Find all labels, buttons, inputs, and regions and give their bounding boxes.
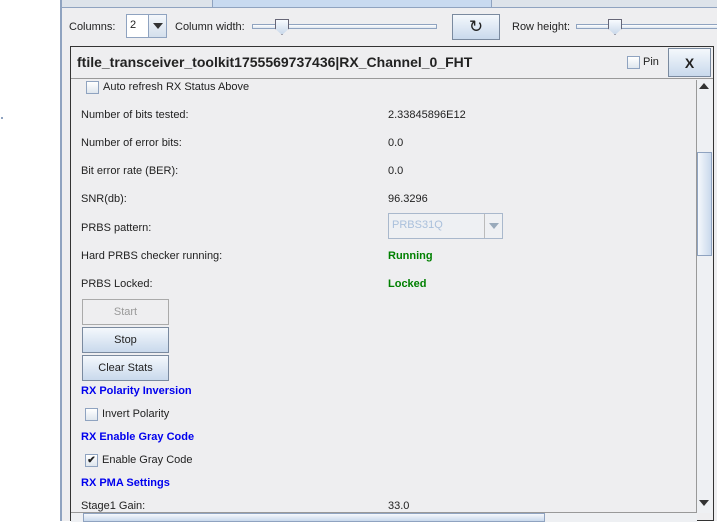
row-label: Bit error rate (BER): — [81, 165, 179, 177]
pma-header: RX PMA Settings — [81, 477, 170, 489]
panel-title: ftile_transceiver_toolkit1755569737436|R… — [77, 54, 473, 70]
content-area: Auto refresh RX Status Above Number of b… — [71, 79, 696, 512]
row-value: 0.0 — [388, 165, 404, 177]
row-value: 0.0 — [388, 137, 404, 149]
row-label: SNR(db): — [81, 193, 127, 205]
close-icon: X — [684, 54, 695, 71]
columns-select[interactable]: 2 — [126, 14, 167, 38]
columns-value: 2 — [130, 19, 137, 31]
stage1-label: Stage1 Gain: — [81, 500, 146, 512]
row-label: Number of bits tested: — [81, 109, 189, 121]
columns-label: Columns: — [69, 21, 116, 33]
row-height-slider[interactable] — [576, 15, 717, 39]
stage1-value: 33.0 — [388, 500, 410, 512]
locked-label: PRBS Locked: — [81, 278, 153, 290]
auto-refresh-checkbox[interactable] — [86, 81, 99, 94]
vertical-scrollbar[interactable] — [696, 80, 712, 513]
row-value: 96.3296 — [388, 193, 428, 205]
clear-stats-button[interactable]: Clear Stats — [82, 355, 169, 381]
gray-code-header: RX Enable Gray Code — [81, 431, 195, 443]
row-label: Number of error bits: — [81, 137, 182, 149]
pin-label: Pin — [643, 56, 659, 68]
auto-refresh-label: Auto refresh RX Status Above — [103, 81, 250, 93]
locked-status: Locked — [388, 278, 427, 290]
start-button[interactable]: Start — [82, 299, 169, 325]
prbs-label: PRBS pattern: — [81, 222, 152, 234]
column-width-slider[interactable] — [252, 15, 437, 39]
dot-mark — [1, 117, 3, 119]
refresh-button[interactable]: ↻ — [452, 14, 500, 40]
column-width-label: Column width: — [175, 21, 245, 33]
row-value: 2.33845896E12 — [388, 109, 466, 121]
gray-code-label: Enable Gray Code — [102, 454, 193, 466]
main-frame: Columns: 2 Column width: ↻ Row height: f… — [60, 0, 717, 522]
tab-strip — [62, 0, 717, 8]
pin-checkbox[interactable] — [627, 56, 640, 69]
stop-button[interactable]: Stop — [82, 327, 169, 353]
chevron-down-icon — [484, 214, 502, 238]
polarity-header: RX Polarity Inversion — [81, 385, 192, 397]
invert-polarity-checkbox[interactable] — [85, 408, 98, 421]
refresh-icon: ↻ — [468, 17, 484, 36]
row-height-label: Row height: — [512, 21, 571, 33]
tab-active[interactable] — [212, 0, 492, 8]
chevron-down-icon — [148, 15, 166, 37]
slider-thumb[interactable] — [275, 19, 289, 35]
invert-polarity-label: Invert Polarity — [102, 408, 170, 420]
prbs-select[interactable]: PRBS31Q — [388, 213, 503, 239]
channel-panel: ftile_transceiver_toolkit1755569737436|R… — [70, 46, 714, 522]
scroll-down-icon[interactable] — [699, 500, 709, 506]
scroll-thumb[interactable] — [697, 152, 712, 256]
prbs-value: PRBS31Q — [392, 219, 443, 231]
checker-status: Running — [388, 250, 433, 262]
checker-label: Hard PRBS checker running: — [81, 250, 223, 262]
slider-thumb[interactable] — [608, 19, 622, 35]
gray-code-checkbox[interactable]: ✔ — [85, 454, 98, 467]
close-button[interactable]: X — [668, 48, 711, 77]
scroll-up-icon[interactable] — [699, 83, 709, 89]
